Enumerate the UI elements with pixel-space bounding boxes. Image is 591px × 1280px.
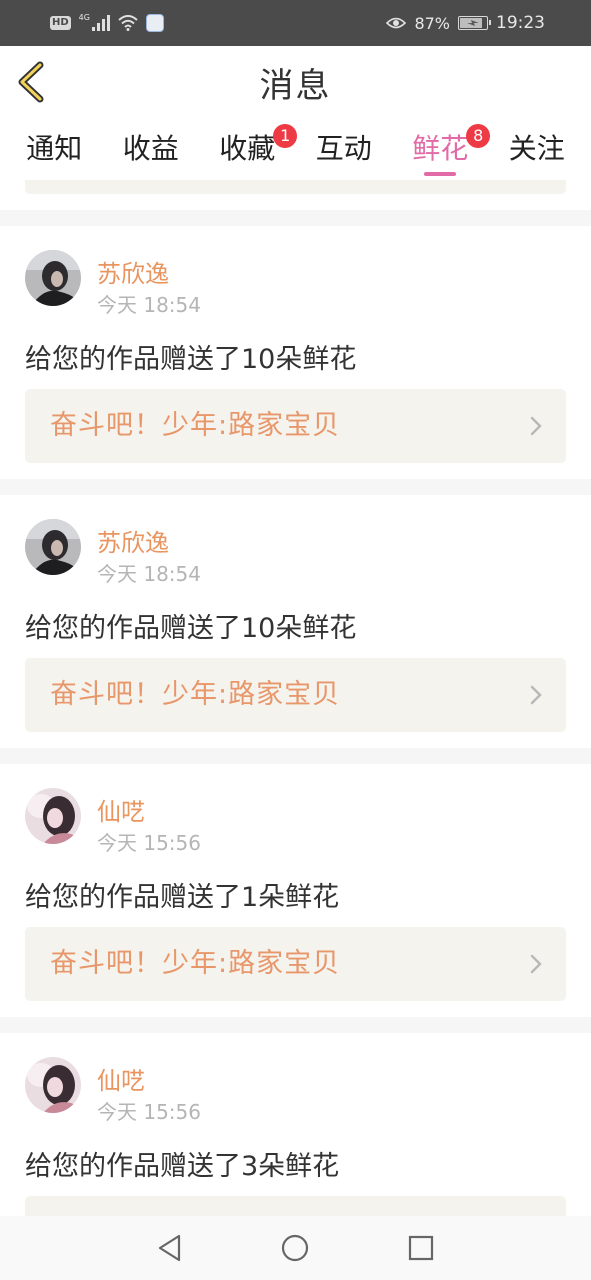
chevron-right-icon xyxy=(530,685,542,705)
tab-bar: 通知 收益 收藏 1 互动 鲜花 8 关注 xyxy=(0,118,591,180)
nav-home-button[interactable] xyxy=(279,1232,311,1264)
clock: 19:23 xyxy=(496,13,545,33)
circle-home-icon xyxy=(281,1234,309,1262)
status-bar: HD 4G 87% 19:23 xyxy=(0,0,591,46)
eye-comfort-icon xyxy=(386,17,407,29)
sender-name[interactable]: 仙呓 xyxy=(97,792,145,827)
tab-label: 收益 xyxy=(122,132,179,165)
message-card: 苏欣逸 今天 18:54 给您的作品赠送了10朵鲜花 奋斗吧！少年:路家宝贝 xyxy=(0,226,591,479)
message-card: 仙呓 今天 15:56 给您的作品赠送了1朵鲜花 奋斗吧！少年:路家宝贝 xyxy=(0,764,591,1017)
tab-favorites[interactable]: 收藏 1 xyxy=(215,118,298,180)
screen: HD 4G 87% 19:23 消息 通知 收益 收藏 1 互动 鲜花 8 关注… xyxy=(0,0,591,1280)
unread-badge: 1 xyxy=(273,124,298,148)
message-card-partial xyxy=(0,180,591,210)
message-time: 今天 15:56 xyxy=(97,1100,201,1124)
avatar-image-light xyxy=(25,788,81,844)
active-tab-indicator xyxy=(424,172,457,176)
triangle-back-icon xyxy=(158,1234,181,1262)
tab-label: 通知 xyxy=(26,132,83,165)
sender-name[interactable]: 苏欣逸 xyxy=(97,523,169,558)
work-title: 奋斗吧！少年:路家宝贝 xyxy=(50,948,341,979)
avatar[interactable] xyxy=(25,788,81,844)
status-right: 87% 19:23 xyxy=(386,13,545,33)
nav-back-button[interactable] xyxy=(154,1232,186,1264)
battery-icon xyxy=(458,16,491,30)
chevron-right-icon xyxy=(530,954,542,974)
message-time: 今天 18:54 xyxy=(97,293,201,317)
page-title: 消息 xyxy=(259,65,332,106)
back-button[interactable] xyxy=(14,60,48,104)
wifi-icon xyxy=(118,15,138,31)
avatar-image-dark xyxy=(25,519,81,575)
chevron-right-icon xyxy=(530,416,542,436)
app-notification-icon xyxy=(145,14,164,32)
status-left: HD 4G xyxy=(50,12,164,32)
sender-name[interactable]: 仙呓 xyxy=(97,1061,145,1096)
tab-label: 鲜花 xyxy=(412,132,469,165)
system-nav-bar xyxy=(0,1216,591,1280)
battery-percent: 87% xyxy=(414,13,450,33)
work-link[interactable] xyxy=(25,1196,566,1216)
message-text: 给您的作品赠送了10朵鲜花 xyxy=(25,613,357,644)
avatar[interactable] xyxy=(25,519,81,575)
work-link[interactable]: 奋斗吧！少年:路家宝贝 xyxy=(25,658,566,732)
tab-label: 互动 xyxy=(315,132,372,165)
message-feed[interactable]: 苏欣逸 今天 18:54 给您的作品赠送了10朵鲜花 奋斗吧！少年:路家宝贝 苏… xyxy=(0,180,591,1216)
message-time: 今天 18:54 xyxy=(97,562,201,586)
nav-recents-button[interactable] xyxy=(405,1232,437,1264)
signal-icon xyxy=(91,15,110,31)
sender-name[interactable]: 苏欣逸 xyxy=(97,254,169,289)
work-title: 奋斗吧！少年:路家宝贝 xyxy=(50,679,341,710)
charging-icon xyxy=(467,20,479,26)
tab-flowers[interactable]: 鲜花 8 xyxy=(408,118,491,180)
avatar-image-dark xyxy=(25,250,81,306)
network-label: 4G xyxy=(78,12,90,22)
work-title: 奋斗吧！少年:路家宝贝 xyxy=(50,410,341,441)
tab-notifications[interactable]: 通知 xyxy=(22,118,86,180)
work-link[interactable]: 奋斗吧！少年:路家宝贝 xyxy=(25,389,566,463)
unread-badge: 8 xyxy=(466,124,491,148)
avatar[interactable] xyxy=(25,250,81,306)
message-card: 苏欣逸 今天 18:54 给您的作品赠送了10朵鲜花 奋斗吧！少年:路家宝贝 xyxy=(0,495,591,748)
back-arrow-icon xyxy=(18,61,44,103)
work-link[interactable]: 奋斗吧！少年:路家宝贝 xyxy=(25,927,566,1001)
message-card: 仙呓 今天 15:56 给您的作品赠送了3朵鲜花 xyxy=(0,1033,591,1216)
hd-icon: HD xyxy=(50,16,71,30)
message-text: 给您的作品赠送了1朵鲜花 xyxy=(25,882,340,913)
message-text: 给您的作品赠送了3朵鲜花 xyxy=(25,1151,340,1182)
work-link-partial[interactable] xyxy=(25,180,566,194)
tab-label: 关注 xyxy=(508,132,565,165)
header: 消息 xyxy=(0,46,591,118)
tab-following[interactable]: 关注 xyxy=(505,118,569,180)
square-recents-icon xyxy=(408,1235,434,1261)
tab-interactions[interactable]: 互动 xyxy=(312,118,376,180)
message-text: 给您的作品赠送了10朵鲜花 xyxy=(25,344,357,375)
tab-label: 收藏 xyxy=(219,132,276,165)
tab-earnings[interactable]: 收益 xyxy=(119,118,183,180)
avatar-image-light xyxy=(25,1057,81,1113)
message-time: 今天 15:56 xyxy=(97,831,201,855)
avatar[interactable] xyxy=(25,1057,81,1113)
